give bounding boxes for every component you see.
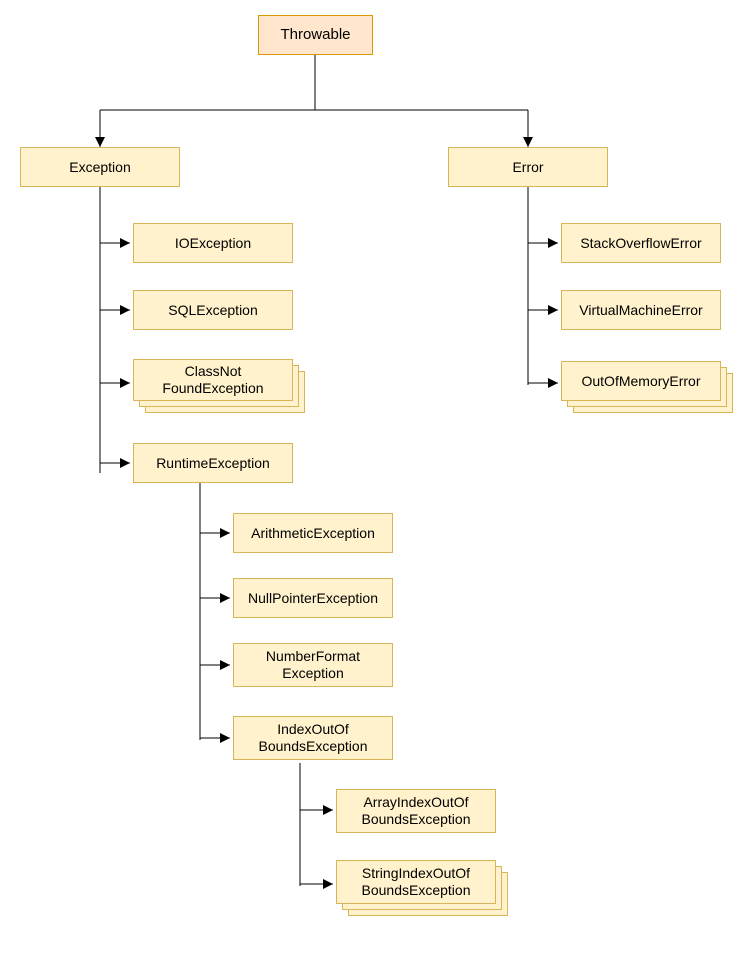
node-throwable: Throwable [258, 15, 373, 55]
node-virtualmachine: VirtualMachineError [561, 290, 721, 330]
node-outofmemory: OutOfMemoryError [561, 361, 721, 401]
node-nullpointer: NullPointerException [233, 578, 393, 618]
node-classnotfound: ClassNot FoundException [133, 359, 293, 401]
node-error: Error [448, 147, 608, 187]
node-arrayindex: ArrayIndexOutOf BoundsException [336, 789, 496, 833]
node-indexoob: IndexOutOf BoundsException [233, 716, 393, 760]
node-exception: Exception [20, 147, 180, 187]
node-stackoverflow: StackOverflowError [561, 223, 721, 263]
node-ioexception: IOException [133, 223, 293, 263]
node-runtimeexception: RuntimeException [133, 443, 293, 483]
node-sqlexception: SQLException [133, 290, 293, 330]
node-stringindex: StringIndexOutOf BoundsException [336, 860, 496, 904]
node-arithmetic: ArithmeticException [233, 513, 393, 553]
node-numberformat: NumberFormat Exception [233, 643, 393, 687]
